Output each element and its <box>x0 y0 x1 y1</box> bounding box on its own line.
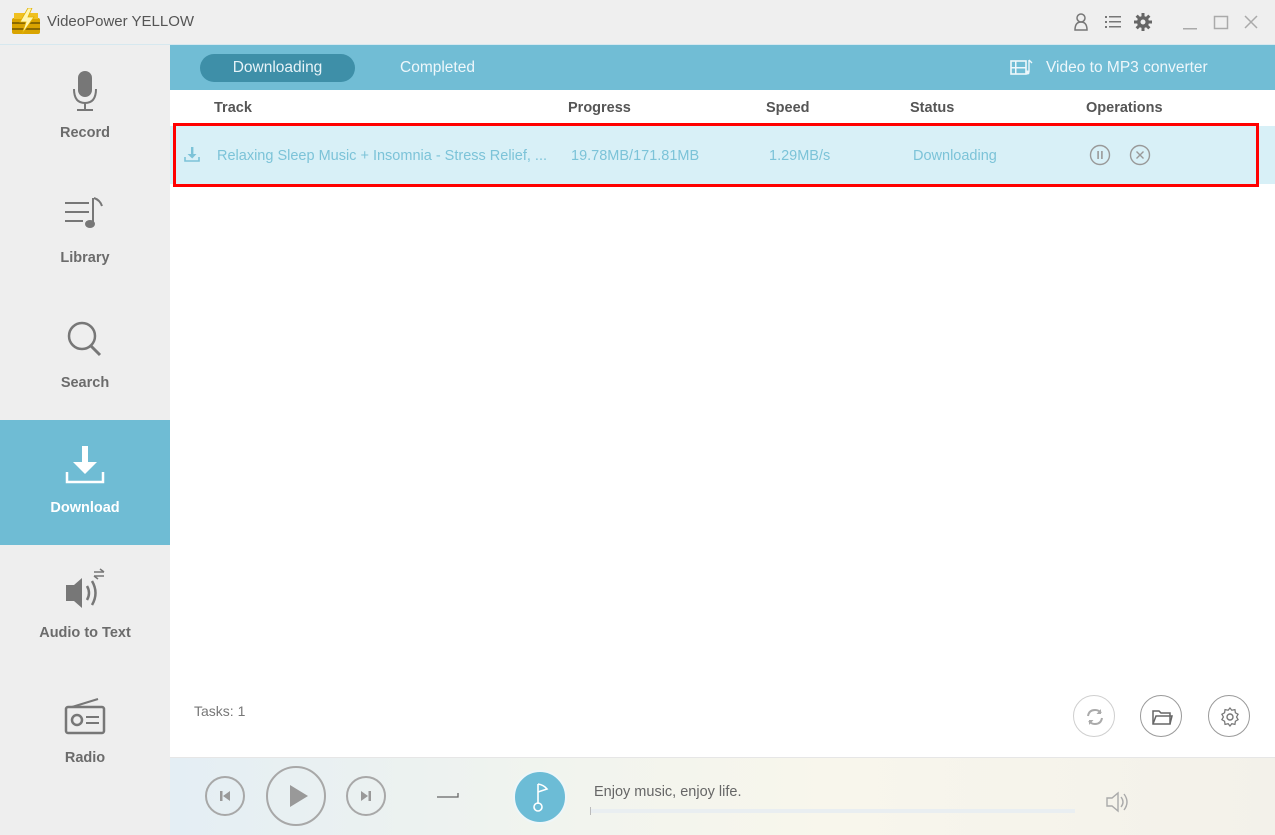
microphone-icon <box>73 71 97 111</box>
close-icon[interactable] <box>1241 12 1261 32</box>
film-music-icon <box>1010 59 1033 75</box>
settings-gear-icon[interactable] <box>1133 12 1153 32</box>
music-player-bar: Enjoy music, enjoy life. <box>170 757 1275 835</box>
column-header-operations: Operations <box>1086 100 1163 116</box>
skip-next-icon <box>361 791 371 801</box>
download-speed: 1.29MB/s <box>769 148 831 164</box>
download-settings-button[interactable] <box>1208 695 1250 737</box>
previous-track-button[interactable] <box>205 776 245 816</box>
tab-downloading[interactable]: Downloading <box>200 54 355 82</box>
play-icon <box>290 785 308 807</box>
tab-completed[interactable]: Completed <box>360 54 515 82</box>
sidebar-item-audio-to-text[interactable]: Audio to Text <box>0 545 170 670</box>
play-button[interactable] <box>266 766 326 826</box>
menu-list-icon[interactable] <box>1103 12 1123 32</box>
refresh-icon <box>1087 708 1103 726</box>
folder-icon <box>1152 710 1173 725</box>
speaker-convert-icon <box>66 568 105 608</box>
music-note-icon <box>533 783 549 812</box>
app-title: VideoPower YELLOW <box>47 13 195 30</box>
sidebar-item-search[interactable]: Search <box>0 295 170 420</box>
open-folder-button[interactable] <box>1140 695 1182 737</box>
column-header-track: Track <box>214 100 252 116</box>
maximize-icon[interactable] <box>1211 12 1231 32</box>
track-title: Relaxing Sleep Music + Insomnia - Stress… <box>217 148 548 164</box>
app-logo-icon <box>12 8 40 35</box>
user-icon[interactable] <box>1071 12 1091 32</box>
column-header-status: Status <box>910 100 955 116</box>
pause-icon[interactable] <box>1089 144 1111 166</box>
title-bar: VideoPower YELLOW <box>0 0 1275 45</box>
sidebar-item-label: Radio <box>64 750 106 766</box>
column-header-progress: Progress <box>568 100 631 116</box>
sidebar-item-record[interactable]: Record <box>0 45 170 170</box>
volume-icon[interactable] <box>1105 791 1131 813</box>
converter-label: Video to MP3 converter <box>1046 59 1208 76</box>
repeat-mode-sequential-icon[interactable] <box>436 790 460 800</box>
column-header-speed: Speed <box>766 100 810 116</box>
playback-progress-slider[interactable] <box>590 807 1075 815</box>
sidebar-item-label: Record <box>60 125 110 141</box>
download-icon <box>65 446 105 484</box>
next-track-button[interactable] <box>346 776 386 816</box>
settings-icon <box>1221 706 1239 727</box>
music-list-icon <box>65 197 103 228</box>
sidebar-item-label: Audio to Text <box>39 625 131 641</box>
refresh-button[interactable] <box>1073 695 1115 737</box>
skip-previous-icon <box>220 791 230 801</box>
sidebar-item-label: Library <box>60 250 110 266</box>
playback-progress-handle[interactable] <box>590 807 591 815</box>
sidebar: Record Library Search Download Audio to … <box>0 45 170 835</box>
download-progress: 19.78MB/171.81MB <box>571 148 700 164</box>
download-status: Downloading <box>913 148 997 164</box>
tasks-count: Tasks: 1 <box>194 703 246 719</box>
table-row[interactable]: Relaxing Sleep Music + Insomnia - Stress… <box>170 126 1275 184</box>
sidebar-item-radio[interactable]: Radio <box>0 670 170 795</box>
row-download-icon <box>184 147 200 162</box>
sidebar-item-label: Search <box>60 375 110 391</box>
sidebar-item-download[interactable]: Download <box>0 420 170 545</box>
now-playing-cover[interactable] <box>513 770 567 824</box>
sidebar-item-library[interactable]: Library <box>0 170 170 295</box>
radio-icon <box>64 698 106 735</box>
tab-bar: Downloading Completed Video to MP3 conve… <box>170 45 1275 90</box>
minimize-icon[interactable] <box>1180 12 1200 32</box>
player-tagline: Enjoy music, enjoy life. <box>594 784 742 800</box>
cancel-icon[interactable] <box>1129 144 1151 166</box>
sidebar-item-label: Download <box>50 500 120 516</box>
search-icon <box>67 321 102 357</box>
